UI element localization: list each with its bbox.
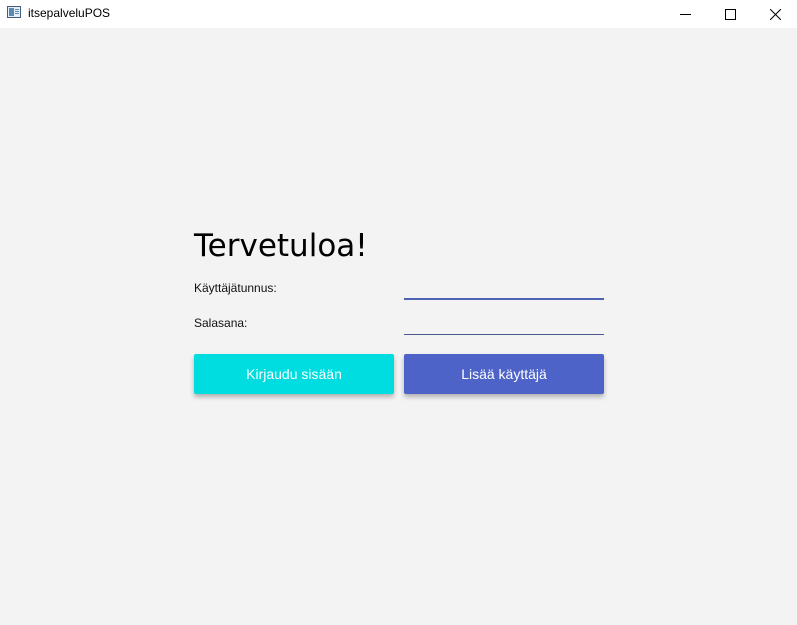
password-label: Salasana: bbox=[194, 316, 248, 330]
welcome-heading: Tervetuloa! bbox=[194, 228, 368, 264]
username-field[interactable] bbox=[404, 278, 604, 300]
maximize-icon bbox=[724, 8, 736, 20]
minimize-icon bbox=[679, 13, 691, 15]
title-bar: itsepalveluPOS bbox=[0, 0, 797, 28]
close-button[interactable] bbox=[752, 0, 797, 28]
password-field[interactable] bbox=[404, 313, 604, 335]
window-title: itsepalveluPOS bbox=[28, 6, 111, 20]
username-label: Käyttäjätunnus: bbox=[194, 281, 277, 295]
maximize-button[interactable] bbox=[707, 0, 753, 28]
app-icon bbox=[7, 6, 21, 18]
add-user-button[interactable]: Lisää käyttäjä bbox=[404, 354, 604, 394]
close-icon bbox=[769, 8, 781, 20]
minimize-button[interactable] bbox=[662, 0, 708, 28]
login-button[interactable]: Kirjaudu sisään bbox=[194, 354, 394, 394]
